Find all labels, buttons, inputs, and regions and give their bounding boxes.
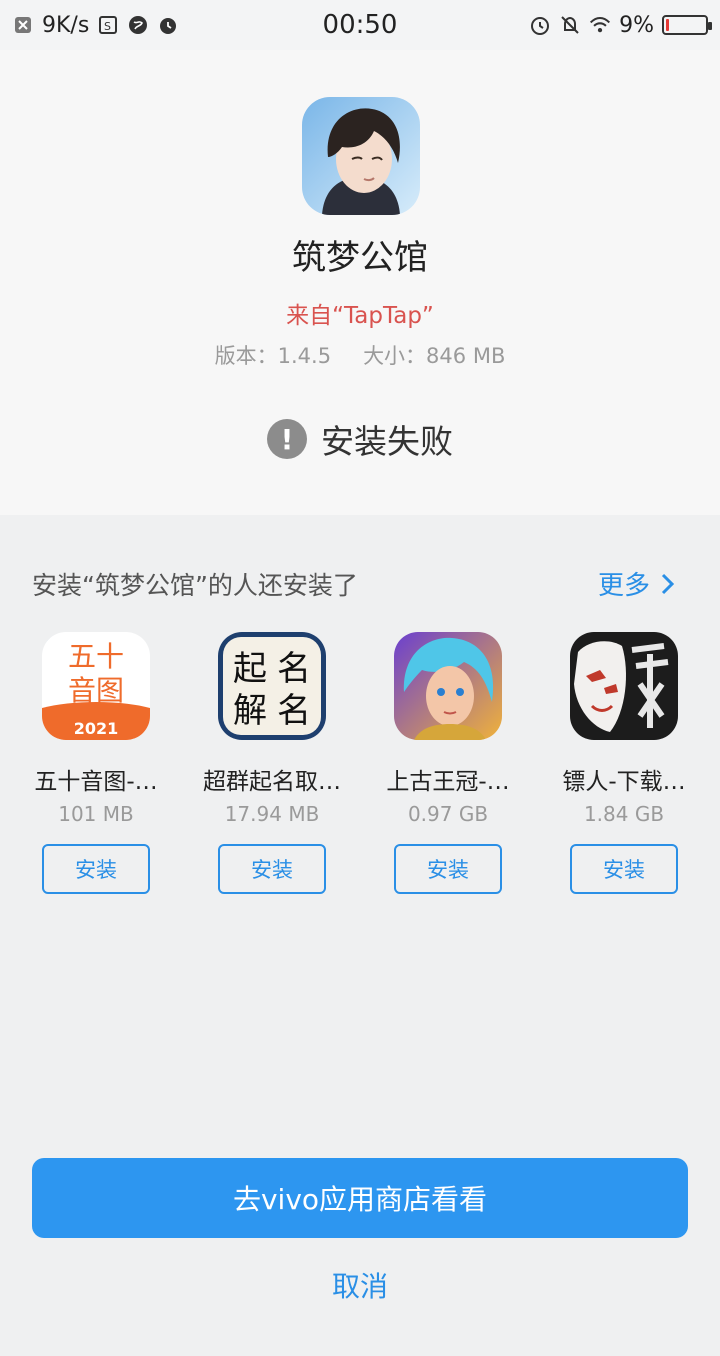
app-source: 来自“TapTap”: [286, 303, 434, 329]
install-button[interactable]: 安装: [570, 844, 678, 894]
battery-percent: 9%: [619, 12, 654, 38]
icon-text-year: 2021: [74, 719, 119, 738]
app-version: 版本：1.4.5: [214, 344, 332, 368]
screenshot-icon: S: [97, 14, 119, 36]
recommended-apps-list: 五十 音图 2021 五十音图-… 101 MB 安装 起 名 解 名 超群起名…: [0, 632, 720, 894]
icon-text-ming-top: 名: [277, 649, 311, 689]
app-size: 0.97 GB: [407, 802, 489, 826]
biaoren-game-icon: [570, 632, 678, 740]
recommendations-section: 安装“筑梦公馆”的人还安装了 更多 五十 音图 2021 五十音图-… 101 …: [0, 515, 720, 1356]
naming-app-icon: 起 名 解 名: [218, 632, 326, 740]
status-left: 9K/s S: [12, 13, 179, 38]
app-info-panel: 筑梦公馆 来自“TapTap” 版本：1.4.5 大小：846 MB ! 安装失…: [0, 50, 720, 515]
install-button[interactable]: 安装: [218, 844, 326, 894]
app-name: 筑梦公馆: [292, 238, 428, 278]
status-right: 9%: [529, 12, 712, 38]
app-name: 超群起名取…: [203, 769, 341, 795]
silent-bell-icon: [559, 14, 581, 36]
wifi-icon: [589, 14, 611, 36]
install-button[interactable]: 安装: [42, 844, 150, 894]
browser-icon: [127, 14, 149, 36]
recommended-app-4[interactable]: 镖人-下载… 1.84 GB 安装: [536, 632, 712, 894]
install-status: ! 安装失败: [0, 415, 720, 463]
battery-level: [666, 19, 670, 31]
icon-text-sounds: 音图: [68, 674, 124, 707]
exclamation-icon: !: [267, 419, 307, 459]
app-name: 五十音图-…: [34, 769, 158, 795]
status-bar: 9K/s S 00:50 9%: [0, 0, 720, 50]
icon-text-ming-bottom: 名: [277, 691, 311, 731]
close-notification-icon: [12, 14, 34, 36]
more-label: 更多: [597, 571, 650, 601]
recommendations-title: 安装“筑梦公馆”的人还安装了: [32, 570, 358, 600]
more-link[interactable]: 更多: [598, 565, 676, 602]
recommended-app-1[interactable]: 五十 音图 2021 五十音图-… 101 MB 安装: [8, 632, 184, 894]
app-meta: 版本：1.4.5 大小：846 MB: [0, 340, 720, 370]
character-avatar-icon: [302, 97, 420, 215]
icon-text-fifty: 五十: [68, 640, 124, 673]
fifty-sounds-app-icon: 五十 音图 2021: [42, 632, 150, 740]
install-status-text: 安装失败: [321, 422, 453, 461]
install-button[interactable]: 安装: [394, 844, 502, 894]
ancient-crown-game-icon: [394, 632, 502, 740]
recommended-app-2[interactable]: 起 名 解 名 超群起名取… 17.94 MB 安装: [184, 632, 360, 894]
app-size: 1.84 GB: [583, 802, 665, 826]
alarm-app-icon: [157, 14, 179, 36]
install-result-screen: 9K/s S 00:50 9% 筑梦公馆 来自“TapTap” 版本：1.4.5…: [0, 0, 720, 1356]
svg-text:S: S: [104, 20, 111, 33]
recommendations-header: 安装“筑梦公馆”的人还安装了 更多: [32, 565, 676, 602]
icon-text-jie: 解: [233, 691, 267, 731]
cancel-button[interactable]: 取消: [0, 1265, 720, 1305]
app-name: 上古王冠-…: [386, 769, 510, 795]
icon-text-qi: 起: [233, 649, 267, 689]
network-speed: 9K/s: [42, 12, 90, 38]
battery-icon: [662, 15, 712, 35]
alarm-clock-icon: [529, 14, 551, 36]
app-size: 大小：846 MB: [363, 344, 506, 368]
app-size: 17.94 MB: [224, 802, 320, 826]
app-size: 101 MB: [58, 802, 134, 826]
chevron-right-icon: [661, 573, 675, 594]
vivo-store-button[interactable]: 去vivo应用商店看看: [32, 1158, 688, 1238]
recommended-app-3[interactable]: 上古王冠-… 0.97 GB 安装: [360, 632, 536, 894]
app-name: 镖人-下载…: [562, 769, 686, 795]
